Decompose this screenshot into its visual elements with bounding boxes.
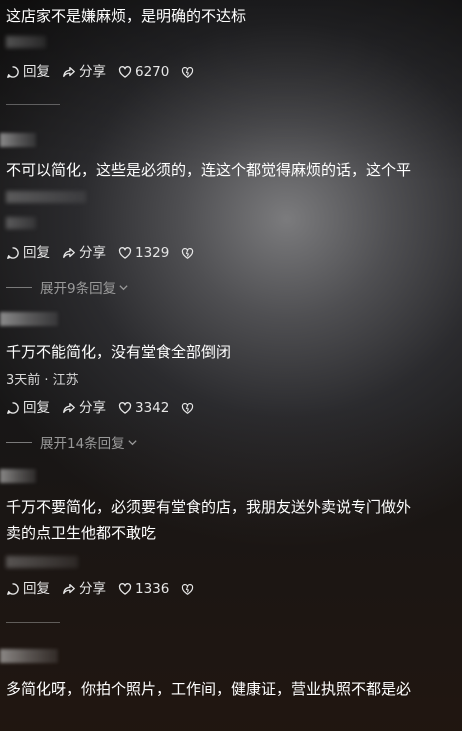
divider — [6, 104, 60, 105]
reply-label: 回复 — [23, 581, 50, 597]
expand-label: 展开9条回复 — [40, 281, 117, 297]
expand-dash — [6, 441, 32, 443]
comment-text: 不可以简化，这些是必须的，连这个都觉得麻烦的话，这个平 — [6, 161, 412, 179]
reply-icon — [7, 247, 19, 259]
comment-text-line-1: 千万不要简化，必须要有堂食的店，我朋友送外卖说专门做外 — [6, 498, 412, 516]
broken-heart-icon — [182, 247, 194, 259]
heart-icon — [118, 402, 132, 414]
divider — [6, 622, 60, 623]
share-icon — [63, 583, 75, 595]
share-button[interactable]: 分享 — [62, 244, 106, 262]
chevron-down-icon — [128, 439, 137, 445]
dislike-button[interactable] — [181, 247, 197, 260]
broken-heart-icon — [182, 402, 194, 414]
dislike-button[interactable] — [181, 402, 197, 415]
comment-actions: 回复 分享 6270 — [6, 63, 209, 81]
comment-meta: 3天前 · 江苏 — [6, 373, 79, 388]
comment-actions: 回复 分享 3342 — [6, 399, 209, 417]
share-label: 分享 — [79, 64, 106, 80]
share-button[interactable]: 分享 — [62, 399, 106, 417]
like-count: 6270 — [135, 64, 170, 80]
comment-actions: 回复 分享 1336 — [6, 580, 209, 598]
like-button[interactable]: 1329 — [118, 244, 169, 262]
reply-label: 回复 — [23, 245, 50, 261]
comment-meta-blurred — [6, 36, 46, 48]
reply-label: 回复 — [23, 64, 50, 80]
comment-text-line-2: 卖的点卫生他都不敢吃 — [6, 524, 157, 542]
broken-heart-icon — [182, 583, 194, 595]
chevron-down-icon — [119, 284, 128, 290]
comment-text: 千万不能简化，没有堂食全部倒闭 — [6, 343, 232, 361]
broken-heart-icon — [182, 66, 194, 78]
heart-icon — [118, 247, 132, 259]
reply-label: 回复 — [23, 400, 50, 416]
dislike-button[interactable] — [181, 66, 197, 79]
like-count: 1336 — [135, 581, 170, 597]
expand-replies-button[interactable]: 展开14条回复 — [6, 432, 138, 452]
reply-button[interactable]: 回复 — [6, 63, 50, 81]
username-blurred — [0, 312, 58, 326]
dislike-button[interactable] — [181, 583, 197, 596]
comment-text: 这店家不是嫌麻烦，是明确的不达标 — [6, 7, 247, 25]
share-icon — [63, 66, 75, 78]
username-blurred — [0, 649, 58, 663]
reply-icon — [7, 583, 19, 595]
share-button[interactable]: 分享 — [62, 63, 106, 81]
share-label: 分享 — [79, 245, 106, 261]
share-icon — [63, 402, 75, 414]
reply-button[interactable]: 回复 — [6, 244, 50, 262]
like-count: 1329 — [135, 245, 170, 261]
share-label: 分享 — [79, 581, 106, 597]
username-blurred — [0, 469, 36, 483]
like-button[interactable]: 6270 — [118, 63, 169, 81]
background-overlay — [0, 0, 462, 731]
like-count: 3342 — [135, 400, 170, 416]
comment-meta-blurred — [6, 556, 78, 568]
like-button[interactable]: 1336 — [118, 580, 169, 598]
username-blurred — [0, 133, 36, 147]
expand-label: 展开14条回复 — [40, 436, 125, 452]
comment-actions: 回复 分享 1329 — [6, 244, 209, 262]
expand-dash — [6, 286, 32, 288]
heart-icon — [118, 66, 132, 78]
expand-replies-button[interactable]: 展开9条回复 — [6, 277, 129, 297]
like-button[interactable]: 3342 — [118, 399, 169, 417]
share-icon — [63, 247, 75, 259]
reply-icon — [7, 66, 19, 78]
reply-button[interactable]: 回复 — [6, 399, 50, 417]
reply-icon — [7, 402, 19, 414]
share-button[interactable]: 分享 — [62, 580, 106, 598]
reply-button[interactable]: 回复 — [6, 580, 50, 598]
comment-meta-blurred-2 — [6, 217, 36, 229]
heart-icon — [118, 583, 132, 595]
share-label: 分享 — [79, 400, 106, 416]
comment-text: 多简化呀，你拍个照片，工作间，健康证，营业执照不都是必 — [6, 680, 412, 698]
comment-meta-blurred — [6, 191, 86, 203]
